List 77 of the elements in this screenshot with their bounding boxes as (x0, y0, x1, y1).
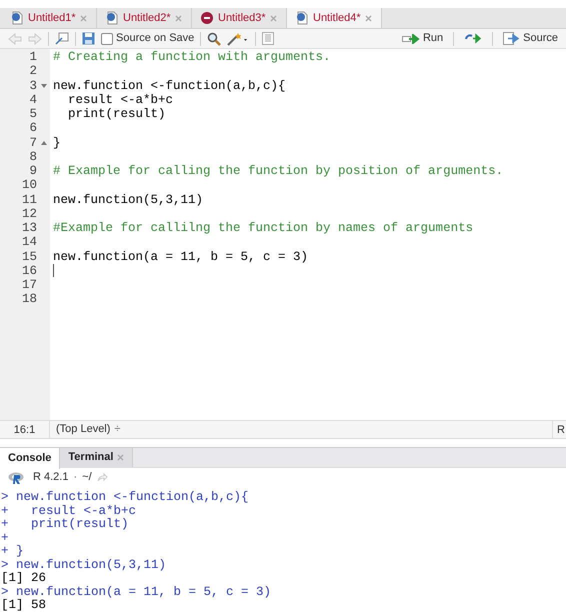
line-number: 5 (28, 107, 38, 122)
line-number: 4 (28, 92, 38, 107)
forward-arrow-icon[interactable] (28, 32, 42, 44)
line-number: 10 (20, 178, 38, 192)
markdown-file-icon (200, 11, 214, 25)
source-button[interactable]: Source (503, 30, 558, 47)
source-arrow-icon (503, 32, 520, 45)
console-output: [1] 26 (1, 572, 46, 586)
separator-dot: · (73, 470, 78, 486)
r-version: R 4.2.1 (33, 470, 68, 486)
code-line: } (53, 136, 61, 150)
r-file-icon (105, 11, 119, 25)
close-icon[interactable] (270, 14, 277, 22)
console-output: [1] 58 (1, 599, 46, 612)
close-icon[interactable] (174, 14, 182, 22)
console-command-text: new.function <-function(a,b,c){ (16, 491, 249, 504)
code-line: result <-a*b+c (67, 92, 174, 107)
back-arrow-icon[interactable] (8, 32, 22, 44)
line-number: 1 (28, 50, 38, 64)
line-number: 3 (28, 78, 38, 93)
line-number: 11 (20, 192, 38, 207)
console-prompt: + (1, 504, 10, 518)
console-tab[interactable]: Console (0, 448, 60, 469)
close-icon[interactable] (117, 454, 124, 461)
line-number: 13 (20, 221, 38, 236)
console-tab[interactable]: Terminal (60, 448, 134, 467)
code-line: print(result) (67, 107, 166, 122)
console-prompt: > (1, 586, 10, 599)
r-logo-icon (8, 472, 24, 484)
line-number: 12 (20, 206, 38, 221)
line-number: 8 (28, 150, 38, 164)
code-line: new.function <-function(a,b,c){ (53, 78, 286, 93)
console-prompt: > (1, 491, 10, 504)
line-number: 14 (20, 235, 38, 250)
console-command-text: result <-a*b+c (30, 504, 136, 518)
save-icon[interactable] (82, 32, 95, 45)
cursor-position: 16:1 (0, 421, 50, 438)
show-in-window-icon[interactable] (55, 32, 69, 45)
line-number: 9 (28, 164, 38, 178)
line-number: 2 (28, 64, 38, 78)
code-comment: # Creating a function with arguments. (53, 50, 331, 64)
console-command-text: print(result) (30, 518, 129, 532)
code-line: new.function(a = 11, b = 5, c = 3) (53, 250, 308, 264)
source-on-save-checkbox[interactable]: Source on Save (101, 30, 194, 47)
code-comment: # Example for calling the function by position of arguments. (53, 164, 504, 178)
console-command-text: new.function(a = 11, b = 5, c = 3) (16, 586, 272, 599)
go-to-directory-icon[interactable] (96, 473, 108, 482)
console-prompt: + (1, 532, 10, 545)
run-button[interactable]: Run (402, 30, 444, 47)
fold-arrow-icon[interactable] (41, 140, 47, 145)
line-number: 17 (20, 278, 38, 292)
r-file-icon (295, 11, 309, 25)
console-command-text: new.function(5,3,11) (16, 558, 166, 572)
console-prompt: + (1, 518, 10, 532)
editor-tab[interactable]: Untitled4* (287, 8, 382, 28)
console-prompt: + (1, 545, 10, 558)
code-line: new.function(5,3,11) (53, 192, 204, 207)
close-icon[interactable] (364, 14, 372, 22)
code-comment: #Example for callilng the function by names of arguments (53, 221, 474, 236)
line-number: 16 (20, 264, 38, 278)
working-directory: ~/ (82, 470, 92, 486)
outline-icon[interactable] (262, 32, 274, 45)
file-type-label[interactable]: R (552, 421, 566, 438)
magic-wand-icon[interactable] (227, 32, 250, 46)
scope-selector[interactable]: (Top Level) ÷ (50, 421, 120, 438)
console-command-text: } (16, 545, 24, 558)
console-prompt: > (1, 558, 10, 572)
rerun-icon[interactable] (464, 33, 482, 44)
line-number: 18 (20, 292, 38, 306)
fold-arrow-icon[interactable] (41, 84, 47, 88)
r-file-icon (10, 11, 24, 25)
line-number: 6 (28, 121, 38, 136)
run-arrow-icon (402, 34, 420, 44)
line-number: 15 (20, 250, 38, 264)
search-icon[interactable] (207, 32, 222, 46)
close-icon[interactable] (80, 14, 87, 22)
line-number: 7 (28, 136, 38, 150)
